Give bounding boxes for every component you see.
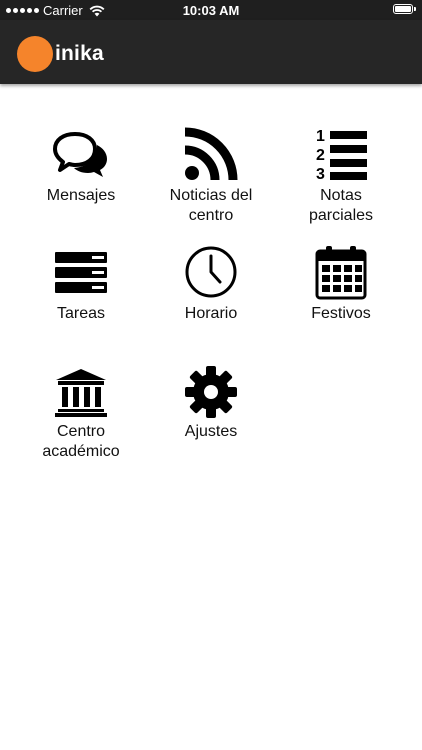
battery-icon — [393, 4, 416, 14]
status-bar: Carrier 10:03 AM — [0, 0, 422, 20]
menu-item-festivos[interactable]: Festivos — [271, 244, 411, 334]
svg-text:1: 1 — [316, 128, 325, 145]
rss-icon — [181, 126, 241, 182]
menu-item-label: Noticias del centro — [169, 187, 253, 224]
brand-name: inika — [55, 42, 104, 65]
brand-logo: inika — [17, 36, 104, 72]
app-header: inika — [0, 20, 422, 84]
svg-text:3: 3 — [316, 166, 325, 182]
menu-item-label: Notas parciales — [308, 187, 374, 224]
menu-item-label: Tareas — [56, 305, 106, 322]
menu-item-tareas[interactable]: Tareas — [11, 244, 151, 334]
chat-bubbles-icon — [51, 128, 111, 184]
menu-item-centro-academico[interactable]: Centro académico — [11, 364, 151, 464]
gear-icon — [181, 364, 241, 420]
menu-item-label: Mensajes — [46, 187, 116, 204]
server-stack-icon — [51, 244, 111, 300]
calendar-icon — [311, 244, 371, 300]
menu-item-mensajes[interactable]: Mensajes — [11, 120, 151, 230]
menu-item-label: Horario — [184, 305, 238, 322]
menu-item-ajustes[interactable]: Ajustes — [141, 364, 281, 464]
menu-item-label: Festivos — [311, 305, 371, 322]
svg-text:2: 2 — [316, 147, 325, 164]
menu-item-noticias[interactable]: Noticias del centro — [141, 120, 281, 230]
menu-item-label: Centro académico — [42, 423, 120, 460]
institution-icon — [51, 364, 111, 420]
clock-icon — [181, 244, 241, 300]
logo-circle-icon — [17, 36, 53, 72]
numbered-list-icon: 1 2 3 — [311, 126, 371, 182]
menu-item-horario[interactable]: Horario — [141, 244, 281, 334]
status-time: 10:03 AM — [182, 3, 240, 18]
menu-item-label: Ajustes — [184, 423, 238, 440]
menu-item-notas-parciales[interactable]: 1 2 3 Notas parciales — [271, 120, 411, 230]
